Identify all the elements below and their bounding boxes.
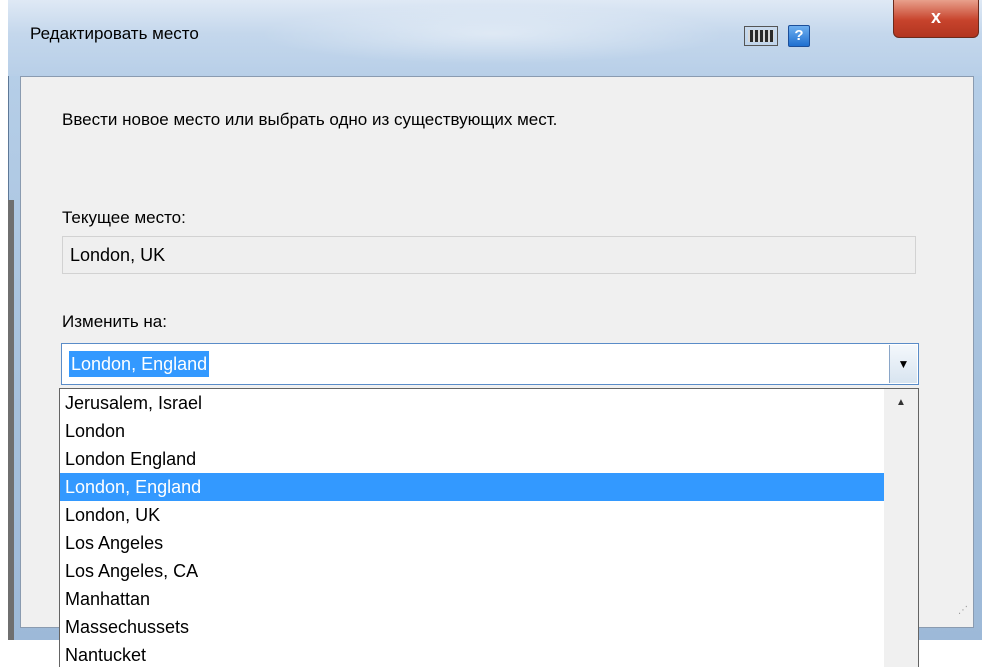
keyboard-icon[interactable] [744, 26, 778, 46]
window-title: Редактировать место [30, 24, 199, 43]
scroll-up-icon[interactable]: ▲ [884, 389, 918, 417]
window-frame-shadow [8, 200, 14, 640]
list-item[interactable]: London, England [60, 473, 884, 501]
title-bar-glare [258, 4, 728, 64]
place-list: Jerusalem, Israel London London England Lon… [60, 389, 884, 667]
current-place-label: Текущее место: [62, 208, 186, 227]
title-bar[interactable]: Редактировать место [8, 0, 982, 76]
list-item[interactable]: London [60, 417, 884, 445]
list-item[interactable]: London, UK [60, 501, 884, 529]
place-dropdown-list[interactable]: Jerusalem, Israel London London England Lon… [59, 388, 919, 667]
list-item[interactable]: Nantucket [60, 641, 884, 667]
change-to-combobox[interactable]: London, England ▼ [61, 343, 919, 385]
scrollbar[interactable]: ▲ [884, 389, 918, 667]
list-item[interactable]: Los Angeles, CA [60, 557, 884, 585]
current-place-field: London, UK [62, 236, 916, 274]
instruction-text: Ввести новое место или выбрать одно из с… [62, 110, 558, 129]
close-button[interactable]: x [893, 0, 979, 38]
list-item[interactable]: London England [60, 445, 884, 473]
list-item[interactable]: Massechussets [60, 613, 884, 641]
change-to-label: Изменить на: [62, 312, 167, 331]
list-item[interactable]: Jerusalem, Israel [60, 389, 884, 417]
resize-grip-icon[interactable]: ⋰ [958, 604, 972, 618]
chevron-down-icon[interactable]: ▼ [889, 345, 917, 383]
change-to-input[interactable]: London, England [69, 351, 210, 377]
list-item[interactable]: Los Angeles [60, 529, 884, 557]
list-item[interactable]: Manhattan [60, 585, 884, 613]
help-icon[interactable]: ? [788, 25, 810, 47]
